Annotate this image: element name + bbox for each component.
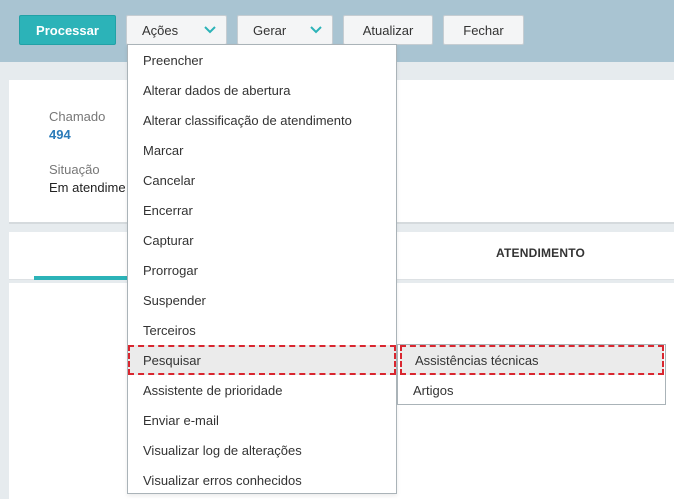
submenu-item-assistencias-tecnicas[interactable]: Assistências técnicas (400, 345, 664, 375)
menu-item-marcar[interactable]: Marcar (128, 135, 396, 165)
active-tab-indicator (34, 276, 134, 280)
pesquisar-submenu: Assistências técnicas Artigos (397, 344, 666, 405)
menu-item-terceiros[interactable]: Terceiros (128, 315, 396, 345)
submenu-item-artigos[interactable]: Artigos (398, 375, 665, 405)
atualizar-button[interactable]: Atualizar (343, 15, 433, 45)
gerar-dropdown-button[interactable]: Gerar (237, 15, 333, 45)
fechar-button[interactable]: Fechar (443, 15, 524, 45)
acoes-label: Ações (142, 22, 179, 38)
menu-item-preencher[interactable]: Preencher (128, 45, 396, 75)
chevron-down-icon (204, 26, 216, 34)
situacao-value: Em atendime (49, 180, 126, 195)
menu-item-visualizar-log[interactable]: Visualizar log de alterações (128, 435, 396, 465)
menu-item-cancelar[interactable]: Cancelar (128, 165, 396, 195)
menu-item-capturar[interactable]: Capturar (128, 225, 396, 255)
menu-item-assistente-prioridade[interactable]: Assistente de prioridade (128, 375, 396, 405)
menu-item-prorrogar[interactable]: Prorrogar (128, 255, 396, 285)
menu-item-pesquisar[interactable]: Pesquisar (128, 345, 396, 375)
menu-item-visualizar-erros[interactable]: Visualizar erros conhecidos (128, 465, 396, 495)
acoes-menu: Preencher Alterar dados de abertura Alte… (127, 44, 397, 494)
chevron-down-icon (310, 26, 322, 34)
menu-item-enviar-email[interactable]: Enviar e-mail (128, 405, 396, 435)
acoes-dropdown-button[interactable]: Ações (126, 15, 227, 45)
menu-item-alterar-dados-abertura[interactable]: Alterar dados de abertura (128, 75, 396, 105)
menu-item-alterar-classificacao[interactable]: Alterar classificação de atendimento (128, 105, 396, 135)
menu-item-encerrar[interactable]: Encerrar (128, 195, 396, 225)
chamado-value[interactable]: 494 (49, 127, 71, 142)
situacao-label: Situação (49, 162, 100, 177)
tab-atendimento[interactable]: ATENDIMENTO (496, 246, 585, 260)
gerar-label: Gerar (253, 22, 287, 38)
chamado-label: Chamado (49, 109, 106, 124)
menu-item-suspender[interactable]: Suspender (128, 285, 396, 315)
processar-button[interactable]: Processar (19, 15, 116, 45)
